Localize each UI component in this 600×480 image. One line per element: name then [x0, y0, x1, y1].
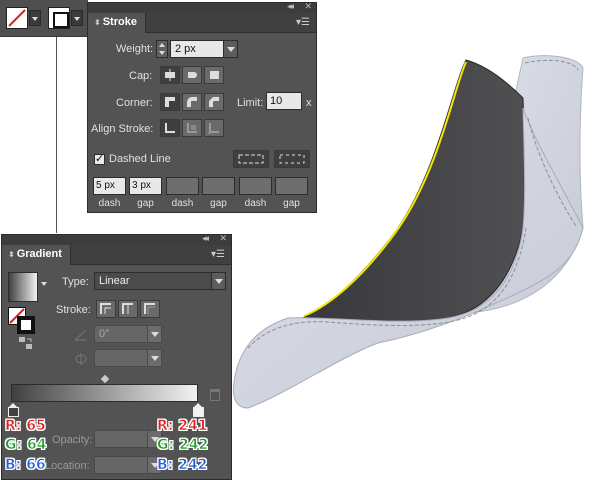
tab-stroke-label: Stroke: [102, 16, 137, 28]
bevel-join-icon: [209, 97, 219, 107]
gradient-type-value: Linear: [99, 275, 130, 287]
stroke-gradient-within-button[interactable]: [96, 300, 116, 318]
dashed-line-label: Dashed Line: [109, 153, 171, 165]
type-label: Type:: [62, 276, 89, 288]
tab-stroke[interactable]: ⬍ Stroke: [88, 13, 146, 33]
projecting-cap-button[interactable]: [204, 66, 224, 84]
stroke-across-icon: [144, 303, 155, 314]
right-stop-blue-annotation: B: 242: [157, 457, 208, 474]
stroke-gradient-across-button[interactable]: [140, 300, 160, 318]
fill-stroke-proxy[interactable]: [8, 307, 36, 335]
angle-icon: [74, 329, 87, 341]
align-center-icon: [165, 123, 175, 133]
panel-menu-icon[interactable]: ▾☰: [296, 17, 310, 28]
fill-stroke-toolbar: [0, 0, 88, 37]
location-label: Location:: [45, 460, 90, 472]
round-cap-button[interactable]: [182, 66, 202, 84]
align-stroke-label: Align Stroke:: [91, 123, 154, 135]
miter-join-icon: [165, 97, 175, 107]
fill-dropdown-arrow[interactable]: [29, 10, 41, 26]
align-outside-icon: [208, 123, 219, 134]
stroke-gradient-along-button[interactable]: [118, 300, 138, 318]
projecting-cap-icon: [210, 71, 219, 79]
dash-1-label: dash: [98, 198, 121, 209]
angle-dropdown[interactable]: 0°: [94, 325, 162, 343]
gradient-stop-end[interactable]: [193, 403, 204, 417]
align-inside-icon: [187, 123, 197, 133]
panel-topbar: ◂◂ ✕: [88, 1, 316, 13]
panel-topbar: ◂◂ ✕: [2, 233, 231, 245]
aspect-ratio-dropdown[interactable]: [94, 349, 162, 367]
close-icon[interactable]: ✕: [304, 1, 311, 12]
align-outside-button[interactable]: [204, 119, 224, 137]
miter-join-button[interactable]: [160, 93, 180, 111]
weight-label: Weight:: [116, 43, 154, 55]
gap-1-label: gap: [137, 198, 154, 209]
butt-cap-button[interactable]: [160, 66, 180, 84]
stroke-proxy[interactable]: [17, 316, 35, 334]
gradient-slider[interactable]: [11, 384, 198, 402]
gap-1-input[interactable]: 3 px: [129, 177, 162, 195]
weight-value: 2 px: [175, 43, 196, 55]
gradient-tabrow: ⬍ Gradient ▾☰: [2, 245, 231, 265]
stroke-swatch[interactable]: [48, 7, 70, 29]
round-cap-icon: [188, 72, 197, 78]
bevel-join-button[interactable]: [204, 93, 224, 111]
tab-toggle-icon: ⬍: [94, 18, 101, 27]
delete-stop-icon[interactable]: [210, 389, 220, 401]
round-join-icon: [187, 97, 197, 107]
gradient-type-dropdown[interactable]: Linear: [94, 272, 226, 290]
opacity-label: Opacity:: [52, 434, 93, 446]
align-center-button[interactable]: [160, 119, 180, 137]
butt-cap-icon: [165, 69, 175, 81]
stroke-within-icon: [100, 303, 111, 314]
stroke-along-icon: [122, 303, 133, 314]
tab-gradient[interactable]: ⬍ Gradient: [2, 245, 71, 265]
shoe-lining: [296, 59, 526, 325]
opacity-dropdown[interactable]: [94, 430, 162, 448]
shoe-artwork[interactable]: [228, 48, 598, 428]
left-stop-green-annotation: G: 64: [5, 437, 47, 454]
round-join-button[interactable]: [182, 93, 202, 111]
left-stop-red-annotation: R: 65: [5, 418, 46, 435]
weight-stepper[interactable]: [156, 40, 168, 58]
reverse-gradient-icon[interactable]: [18, 335, 34, 351]
chevron-down-icon[interactable]: [41, 282, 47, 286]
stroke-tabrow: ⬍ Stroke ▾☰: [88, 13, 316, 33]
cap-label: Cap:: [129, 70, 153, 82]
align-inside-button[interactable]: [182, 119, 202, 137]
dash-1-input[interactable]: 5 px: [93, 177, 126, 195]
tab-toggle-icon: ⬍: [8, 250, 15, 259]
right-stop-green-annotation: G: 242: [157, 437, 209, 454]
tab-gradient-label: Gradient: [16, 248, 62, 260]
chevron-down-icon: [147, 326, 161, 342]
dash-2-input[interactable]: [166, 177, 199, 195]
stroke-label: Stroke:: [56, 304, 91, 316]
collapse-icon[interactable]: ◂◂: [202, 233, 209, 244]
location-dropdown[interactable]: [94, 456, 162, 474]
dashed-line-checkbox[interactable]: [94, 152, 105, 165]
fill-swatch[interactable]: [6, 7, 28, 29]
corner-label: Corner:: [116, 97, 153, 109]
left-stop-blue-annotation: B: 66: [5, 457, 46, 474]
stroke-dropdown-arrow[interactable]: [71, 10, 83, 26]
gradient-stop-start[interactable]: [8, 403, 19, 417]
midpoint-diamond[interactable]: [100, 374, 110, 384]
collapse-icon[interactable]: ◂◂: [287, 1, 294, 12]
aspect-ratio-icon: [75, 353, 87, 365]
right-stop-red-annotation: R: 241: [157, 418, 208, 435]
angle-value: 0°: [99, 328, 110, 340]
chevron-down-icon: [147, 350, 161, 366]
divider-line: [56, 37, 57, 233]
no-fill-icon: [8, 9, 26, 27]
chevron-down-icon: [211, 273, 225, 289]
close-icon[interactable]: ✕: [219, 233, 226, 244]
panel-menu-icon[interactable]: ▾☰: [211, 249, 225, 260]
gradient-preview-swatch[interactable]: [8, 272, 38, 302]
dash-2-label: dash: [171, 198, 194, 209]
